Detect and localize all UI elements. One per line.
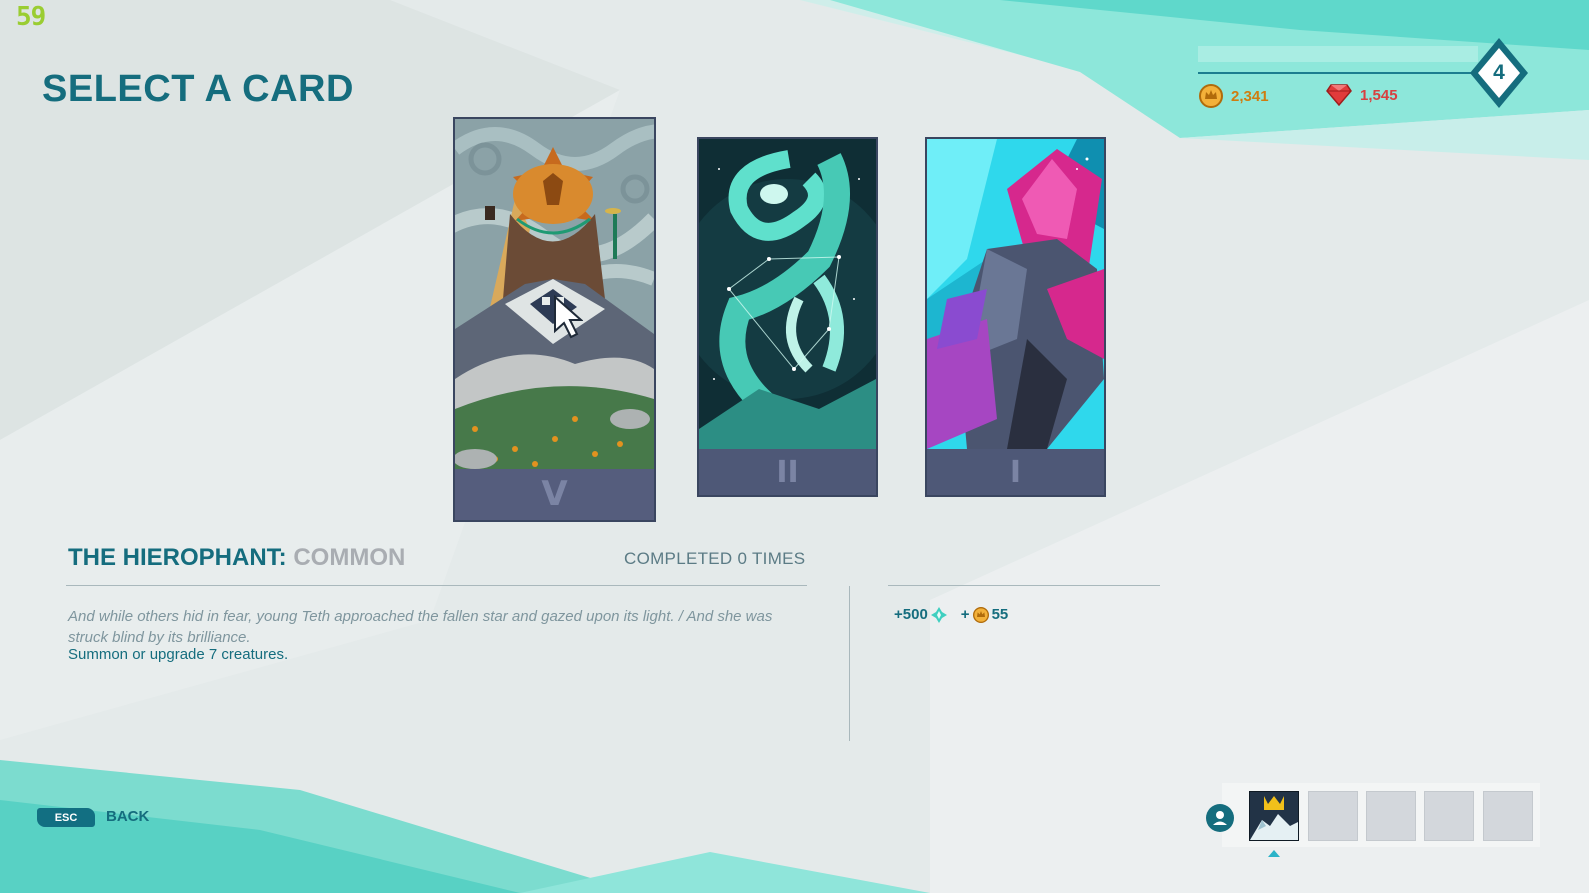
constellation-card-art	[699, 139, 876, 449]
selected-slot-indicator	[1268, 850, 1280, 857]
deck-slot-1[interactable]	[1249, 791, 1299, 841]
profile-icon[interactable]	[1206, 804, 1234, 832]
deck-slot-2[interactable]	[1308, 791, 1358, 841]
card-rarity: COMMON	[293, 544, 406, 571]
deck-slot-3[interactable]	[1366, 791, 1416, 841]
rewards-list: +500 + 55	[894, 606, 1008, 623]
reward-prefix: +	[960, 606, 970, 623]
deck-slot-4[interactable]	[1424, 791, 1474, 841]
card-objective: Summon or upgrade 7 creatures.	[68, 646, 289, 663]
card-name: THE HIEROPHANT:	[68, 544, 287, 571]
warrior-card-art	[927, 139, 1104, 449]
mouse-cursor-icon	[554, 295, 583, 339]
shard-icon	[930, 606, 947, 623]
gem-counter: 1,545	[1326, 84, 1398, 106]
esc-key-hint[interactable]: ESC	[37, 808, 95, 827]
gold-amount: 2,341	[1231, 87, 1269, 105]
reward-coins: + 55	[961, 606, 1008, 623]
hierophant-card-art	[455, 119, 654, 469]
back-button[interactable]: BACK	[106, 808, 149, 825]
deck-slot-5[interactable]	[1483, 791, 1533, 841]
xp-bar-line	[1198, 72, 1488, 74]
gem-amount: 1,545	[1360, 86, 1398, 104]
vertical-divider	[849, 586, 850, 741]
page-title: SELECT A CARD	[42, 68, 354, 110]
card-ii[interactable]: II	[697, 137, 878, 497]
crown-coin-icon	[1199, 84, 1223, 108]
divider	[888, 585, 1160, 586]
xp-bar-track	[1198, 46, 1478, 62]
player-level: 4	[1493, 61, 1505, 84]
fps-counter: 59	[16, 2, 46, 32]
card-numeral: V	[541, 473, 568, 514]
reward-amount: 55	[991, 606, 1009, 623]
card-numeral: I	[1009, 454, 1022, 490]
card-numeral: II	[776, 454, 799, 490]
divider	[66, 585, 807, 586]
gold-counter: 2,341	[1199, 84, 1269, 108]
crown-mountain-icon	[1250, 792, 1298, 840]
card-i[interactable]: I	[925, 137, 1106, 497]
crown-coin-icon	[972, 606, 989, 623]
reward-amount: +500	[894, 606, 928, 623]
completed-count: COMPLETED 0 TIMES	[624, 549, 806, 568]
card-title: THE HIEROPHANT: COMMON	[68, 544, 405, 572]
ruby-gem-icon	[1326, 84, 1352, 106]
reward-shards: +500	[894, 606, 947, 623]
user-icon	[1213, 811, 1227, 825]
card-lore: And while others hid in fear, young Teth…	[68, 608, 773, 646]
